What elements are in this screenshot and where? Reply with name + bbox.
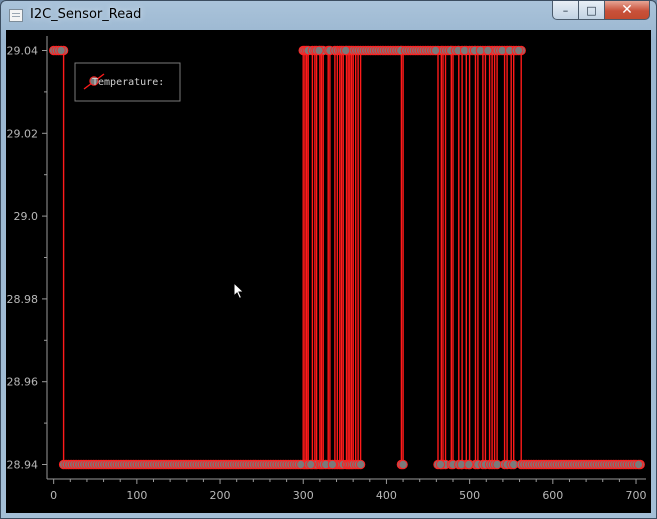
close-button[interactable]: ✕ [605, 1, 650, 20]
maximize-button[interactable]: □ [579, 1, 605, 20]
temperature-data-point [341, 45, 351, 56]
mouse-cursor-icon [233, 282, 245, 300]
window-title: I2C_Sensor_Read [30, 7, 142, 22]
minimize-icon: – [562, 3, 569, 17]
temperature-data-point [398, 459, 408, 470]
y-tick-label: 29.0 [14, 210, 39, 223]
temperature-series-line [53, 49, 641, 466]
y-tick-label: 29.02 [7, 127, 39, 140]
temperature-data-point [464, 459, 474, 470]
temperature-data-point [514, 45, 524, 56]
x-tick-label: 100 [126, 489, 147, 502]
title-bar[interactable]: I2C_Sensor_Read – □ ✕ [1, 1, 656, 30]
x-tick-label: 400 [376, 489, 397, 502]
temperature-data-point [306, 459, 316, 470]
temperature-data-point [296, 459, 306, 470]
y-tick-label: 28.94 [7, 459, 39, 472]
maximize-icon: □ [586, 3, 597, 17]
temperature-data-point [483, 45, 493, 56]
temperature-data-point [327, 459, 338, 470]
minimize-button[interactable]: – [552, 1, 579, 20]
legend-label: Temperature: [92, 77, 164, 88]
temperature-data-point [430, 45, 441, 56]
app-window: I2C_Sensor_Read – □ ✕ 28.94 28.96 28.98 29.… [0, 0, 657, 519]
y-tick-label: 28.96 [7, 376, 39, 389]
x-tick-label: 700 [626, 489, 647, 502]
x-tick-label: 200 [210, 489, 231, 502]
temperature-data-point [56, 45, 66, 56]
x-tick-label: 300 [293, 489, 314, 502]
temperature-data-point [435, 459, 446, 470]
temperature-data-point [314, 45, 324, 56]
close-icon: ✕ [621, 2, 633, 18]
temperature-chart[interactable]: 28.94 28.96 28.98 29.0 29.02 29.04 0 100 200 300 4… [6, 30, 651, 513]
temperature-data-point [633, 459, 644, 470]
plot-area[interactable]: 28.94 28.96 28.98 29.0 29.02 29.04 0 100 200 300 4… [6, 30, 651, 513]
x-tick-label: 600 [542, 489, 563, 502]
temperature-data-point [355, 459, 366, 470]
x-tick-label: 0 [50, 489, 57, 502]
y-tick-label: 28.98 [7, 293, 39, 306]
app-window-icon [9, 9, 23, 22]
y-tick-label: 29.04 [7, 44, 39, 57]
x-tick-label: 500 [459, 489, 480, 502]
caption-buttons: – □ ✕ [552, 1, 650, 21]
